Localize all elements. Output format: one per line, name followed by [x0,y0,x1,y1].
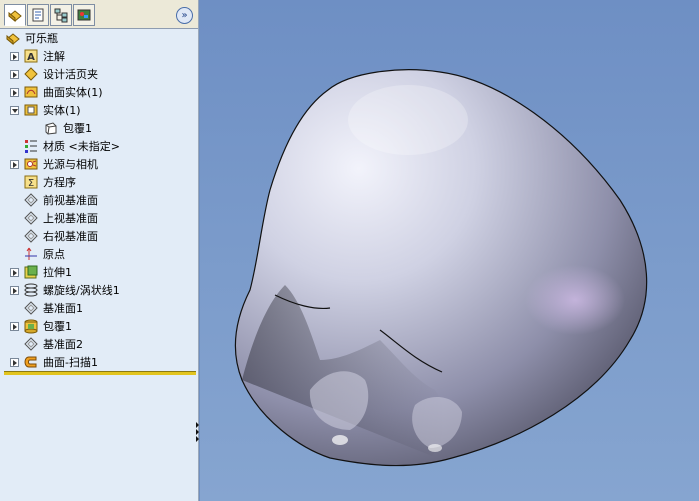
tree-item-14[interactable]: 基准面1 [10,299,83,317]
tree-item-9[interactable]: 上视基准面 [10,209,98,227]
root-part-icon [5,30,21,46]
tab-property-manager[interactable] [27,4,49,26]
property-sheet-icon [32,8,44,22]
tree-item-root[interactable]: 可乐瓶 [5,29,58,47]
tree-item-15[interactable]: 包覆1 [10,317,72,335]
display-manager-icon [77,9,91,21]
tree-item-11[interactable]: 原点 [10,245,65,263]
tree-item-12[interactable]: 拉伸1 [10,263,72,281]
plane-icon [23,228,39,244]
tab-display-manager[interactable] [73,4,95,26]
tree-item-16[interactable]: 基准面2 [10,335,83,353]
tree-item-label: 光源与相机 [43,158,98,171]
wrap-icon [23,318,39,334]
expand-toggle[interactable] [10,159,19,169]
expand-toggle[interactable] [10,321,19,331]
tree-item-7[interactable]: Σ 方程序 [10,173,76,191]
tree-item-5[interactable]: 材质 <未指定> [10,137,120,155]
tree-item-0[interactable]: A 注解 [10,47,65,65]
tree-item-4[interactable]: 包覆1 [30,119,92,137]
plane-icon [23,300,39,316]
expand-toggle[interactable] [10,69,19,79]
plane-icon [23,336,39,352]
tree-item-label: 包覆1 [43,320,72,333]
graphics-area[interactable] [200,0,699,501]
tree-item-8[interactable]: 前视基准面 [10,191,98,209]
feature-manager-panel: » 可乐瓶 A 注解设计活页夹曲面实体(1) 实体(1) 包覆1 材质 <未指定> 光源与相… [0,0,199,501]
tree-item-13[interactable]: 螺旋线/涡状线1 [10,281,120,299]
feature-tree-icon [8,10,22,23]
tree-item-label: 前视基准面 [43,194,98,207]
body-icon [43,120,59,136]
tree-item-label: 设计活页夹 [43,68,98,81]
tree-item-3[interactable]: 实体(1) [10,101,81,119]
configuration-icon [54,8,68,23]
tree-item-label: 包覆1 [63,122,92,135]
double-chevron-right-icon: » [181,9,188,21]
lights-cameras-icon [23,156,39,172]
manager-tab-bar: » [0,0,198,29]
tree-item-label: 拉伸1 [43,266,72,279]
tree-item-label: 注解 [43,50,65,63]
svg-text:Σ: Σ [28,178,34,189]
expand-toggle[interactable] [10,87,19,97]
plane-icon [23,192,39,208]
tree-item-label: 原点 [43,248,65,261]
tree-item-label: 材质 <未指定> [43,140,120,153]
tree-item-label: 曲面实体(1) [43,86,103,99]
expand-toggle[interactable] [10,285,19,295]
expand-toggle[interactable] [10,267,19,277]
collapse-toggle[interactable] [10,105,19,115]
tree-item-label: 基准面2 [43,338,83,351]
origin-icon [23,246,39,262]
helix-icon [23,282,39,298]
expand-toggle[interactable] [10,357,19,367]
expand-toggle[interactable] [10,51,19,61]
tree-item-label: 方程序 [43,176,76,189]
tree-item-label: 螺旋线/涡状线1 [43,284,120,297]
plane-icon [23,210,39,226]
model-surface-render [234,69,648,467]
design-binder-icon [23,66,39,82]
tree-item-label: 曲面-扫描1 [43,356,98,369]
tab-feature-manager[interactable] [4,4,26,26]
tree-item-label: 基准面1 [43,302,83,315]
expand-panel-button[interactable]: » [176,7,193,24]
material-icon [23,138,39,154]
annotation-icon: A [23,48,39,64]
svg-text:A: A [27,52,35,63]
tree-item-6[interactable]: 光源与相机 [10,155,98,173]
swept-surface-icon [23,354,39,370]
solid-bodies-icon [23,102,39,118]
tree-item-2[interactable]: 曲面实体(1) [10,83,103,101]
tree-item-label: 可乐瓶 [25,32,58,45]
tab-configuration-manager[interactable] [50,4,72,26]
tree-item-label: 右视基准面 [43,230,98,243]
tree-item-label: 实体(1) [43,104,81,117]
equations-icon: Σ [23,174,39,190]
tree-item-17[interactable]: 曲面-扫描1 [10,353,98,371]
tree-item-10[interactable]: 右视基准面 [10,227,98,245]
extrude-icon [23,264,39,280]
tree-item-1[interactable]: 设计活页夹 [10,65,98,83]
tree-item-label: 上视基准面 [43,212,98,225]
rollback-bar[interactable] [4,371,196,375]
surface-bodies-icon [23,84,39,100]
